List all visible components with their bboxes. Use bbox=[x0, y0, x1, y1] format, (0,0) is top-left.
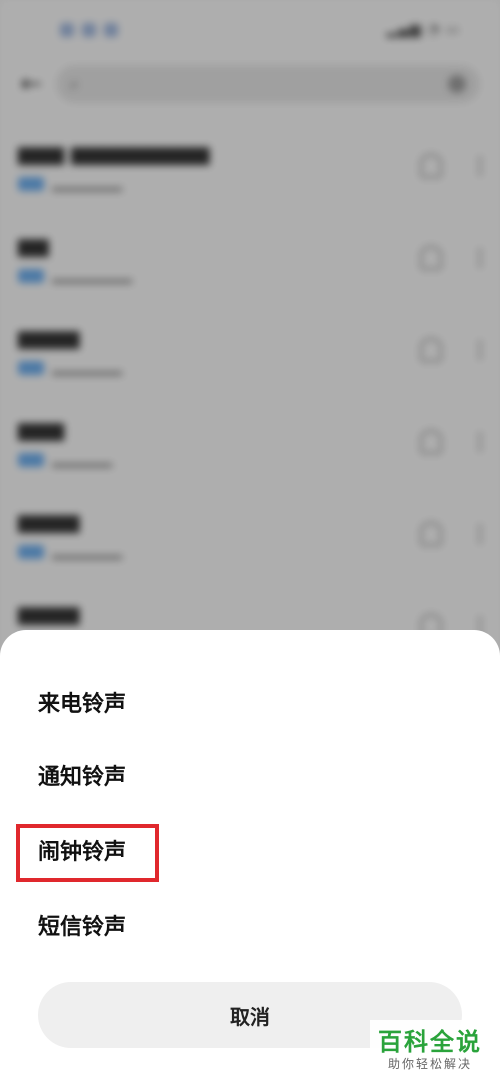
menu-item-notification-tone[interactable]: 通知铃声 bbox=[38, 763, 126, 793]
menu-item-alarm-tone[interactable]: 闹钟铃声 bbox=[38, 838, 126, 868]
watermark-logo: 百科全说 助你轻松解决 bbox=[370, 1020, 490, 1080]
menu-item-sms-tone[interactable]: 短信铃声 bbox=[38, 913, 126, 943]
ringtone-action-sheet: 来电铃声 通知铃声 闹钟铃声 短信铃声 取消 bbox=[0, 630, 500, 1084]
menu-item-ringtone[interactable]: 来电铃声 bbox=[38, 690, 126, 720]
watermark-subtitle: 助你轻松解决 bbox=[387, 1057, 472, 1071]
watermark-title: 百科全说 bbox=[378, 1028, 482, 1056]
